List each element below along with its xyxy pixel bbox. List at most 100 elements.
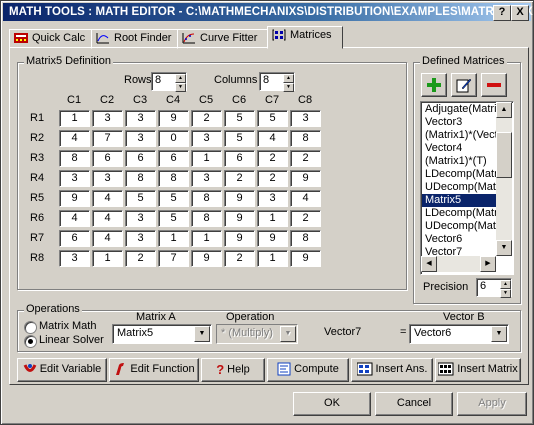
tab-root-finder[interactable]: Root Finder	[91, 29, 185, 49]
matrix-cell[interactable]: 8	[290, 130, 321, 147]
matrix-cell[interactable]: 9	[290, 250, 321, 267]
list-horizontal-scrollbar[interactable]: ◀ ▶	[421, 256, 496, 272]
matrix-cell[interactable]: 2	[125, 250, 156, 267]
matrix-cell[interactable]: 4	[59, 130, 90, 147]
defined-matrix-item[interactable]: Vector3	[422, 116, 496, 129]
matrix-cell[interactable]: 3	[290, 110, 321, 127]
matrix-cell[interactable]: 5	[158, 190, 189, 207]
matrix-cell[interactable]: 1	[92, 250, 123, 267]
scroll-left-icon[interactable]: ◀	[421, 256, 437, 272]
matrix-cell[interactable]: 8	[191, 210, 222, 227]
scroll-up-icon[interactable]: ▲	[496, 102, 512, 118]
columns-spinner[interactable]: 8 ▲ ▼	[259, 72, 295, 92]
matrix-a-select[interactable]: Matrix5 ▼	[112, 324, 212, 344]
spin-up-icon[interactable]: ▲	[500, 280, 511, 289]
edit-variable-button[interactable]: Edit Variable	[17, 358, 107, 382]
matrix-cell[interactable]: 6	[125, 150, 156, 167]
matrix-cell[interactable]: 2	[290, 150, 321, 167]
defined-matrix-item[interactable]: (Matrix1)*(T)	[422, 155, 496, 168]
defined-matrix-item[interactable]: Matrix5	[422, 194, 496, 207]
matrix-cell[interactable]: 9	[257, 230, 288, 247]
matrix-cell[interactable]: 5	[224, 130, 255, 147]
matrix-cell[interactable]: 1	[59, 110, 90, 127]
matrix-cell[interactable]: 4	[59, 210, 90, 227]
defined-matrix-item[interactable]: (Matrix1)*(Vector	[422, 129, 508, 142]
add-matrix-button[interactable]	[421, 73, 447, 97]
matrix-cell[interactable]: 2	[257, 170, 288, 187]
matrix-cell[interactable]: 3	[92, 170, 123, 187]
defined-matrix-item[interactable]: LDecomp(Matrix	[422, 168, 506, 181]
chevron-down-icon[interactable]: ▼	[194, 326, 210, 342]
matrix-cell[interactable]: 0	[158, 130, 189, 147]
defined-matrix-item[interactable]: Adjugate(Matrix1	[422, 103, 508, 116]
matrix-cell[interactable]: 1	[158, 230, 189, 247]
matrix-cell[interactable]: 6	[59, 230, 90, 247]
chevron-down-icon[interactable]: ▼	[491, 326, 507, 342]
spin-down-icon[interactable]: ▼	[500, 289, 511, 298]
matrix-cell[interactable]: 8	[59, 150, 90, 167]
defined-matrix-item[interactable]: Vector4	[422, 142, 496, 155]
matrix-cell[interactable]: 3	[257, 190, 288, 207]
scroll-thumb[interactable]	[496, 132, 512, 178]
matrix-cell[interactable]: 2	[257, 150, 288, 167]
matrix-cell[interactable]: 1	[191, 230, 222, 247]
matrix-cell[interactable]: 6	[92, 150, 123, 167]
matrix-cell[interactable]: 3	[92, 110, 123, 127]
linear-solver-radio[interactable]	[24, 335, 37, 348]
matrix-cell[interactable]: 5	[224, 110, 255, 127]
matrix-cell[interactable]: 5	[257, 110, 288, 127]
scroll-down-icon[interactable]: ▼	[496, 240, 512, 256]
list-vertical-scrollbar[interactable]: ▲ ▼	[496, 102, 512, 256]
matrix-cell[interactable]: 9	[158, 110, 189, 127]
remove-matrix-button[interactable]	[481, 73, 507, 97]
matrix-cell[interactable]: 9	[290, 170, 321, 187]
matrix-cell[interactable]: 3	[125, 230, 156, 247]
matrix-cell[interactable]: 9	[224, 190, 255, 207]
matrix-cell[interactable]: 9	[224, 210, 255, 227]
matrix-cell[interactable]: 2	[224, 250, 255, 267]
tab-quick-calc[interactable]: Quick Calc	[9, 29, 99, 49]
matrix-cell[interactable]: 7	[92, 130, 123, 147]
help-button[interactable]: ? Help	[201, 358, 265, 382]
edit-function-button[interactable]: Edit Function	[109, 358, 199, 382]
defined-matrix-item[interactable]: UDecomp(Matrix	[422, 220, 508, 233]
matrix-cell[interactable]: 9	[224, 230, 255, 247]
matrix-cell[interactable]: 6	[158, 150, 189, 167]
matrix-cell[interactable]: 7	[158, 250, 189, 267]
matrix-cell[interactable]: 6	[224, 150, 255, 167]
help-title-button[interactable]: ?	[493, 5, 511, 21]
defined-matrix-item[interactable]: LDecomp(Matrix5	[422, 207, 512, 220]
vector-b-select[interactable]: Vector6 ▼	[409, 324, 509, 344]
matrix-cell[interactable]: 5	[158, 210, 189, 227]
apply-button[interactable]: Apply	[457, 392, 527, 416]
matrix-cell[interactable]: 5	[125, 190, 156, 207]
defined-matrices-list[interactable]: Adjugate(Matrix1 Vector3 (Matrix1)*(Vector…	[420, 101, 514, 275]
matrix-cell[interactable]: 1	[257, 210, 288, 227]
matrix-cell[interactable]: 8	[290, 230, 321, 247]
scroll-right-icon[interactable]: ▶	[480, 256, 496, 272]
matrix-cell[interactable]: 3	[191, 170, 222, 187]
ok-button[interactable]: OK	[293, 392, 371, 416]
insert-answer-button[interactable]: Insert Ans.	[351, 358, 433, 382]
matrix-cell[interactable]: 3	[125, 210, 156, 227]
matrix-cell[interactable]: 1	[257, 250, 288, 267]
chevron-down-icon[interactable]: ▼	[280, 326, 296, 342]
matrix-cell[interactable]: 8	[125, 170, 156, 187]
spin-up-icon[interactable]: ▲	[283, 74, 294, 83]
matrix-cell[interactable]: 3	[125, 110, 156, 127]
matrix-cell[interactable]: 2	[290, 210, 321, 227]
matrix-cell[interactable]: 9	[59, 190, 90, 207]
matrix-cell[interactable]: 8	[191, 190, 222, 207]
matrix-cell[interactable]: 4	[290, 190, 321, 207]
matrix-math-radio[interactable]	[24, 321, 37, 334]
spin-up-icon[interactable]: ▲	[175, 74, 186, 83]
rows-spinner[interactable]: 8 ▲ ▼	[151, 72, 187, 92]
matrix-cell[interactable]: 3	[125, 130, 156, 147]
matrix-cell[interactable]: 1	[191, 150, 222, 167]
matrix-cell[interactable]: 2	[224, 170, 255, 187]
precision-spinner[interactable]: 6 ▲ ▼	[476, 278, 512, 298]
matrix-cell[interactable]: 9	[191, 250, 222, 267]
tab-matrices[interactable]: Matrices	[267, 26, 343, 49]
matrix-cell[interactable]: 3	[191, 130, 222, 147]
compute-button[interactable]: Compute	[267, 358, 349, 382]
